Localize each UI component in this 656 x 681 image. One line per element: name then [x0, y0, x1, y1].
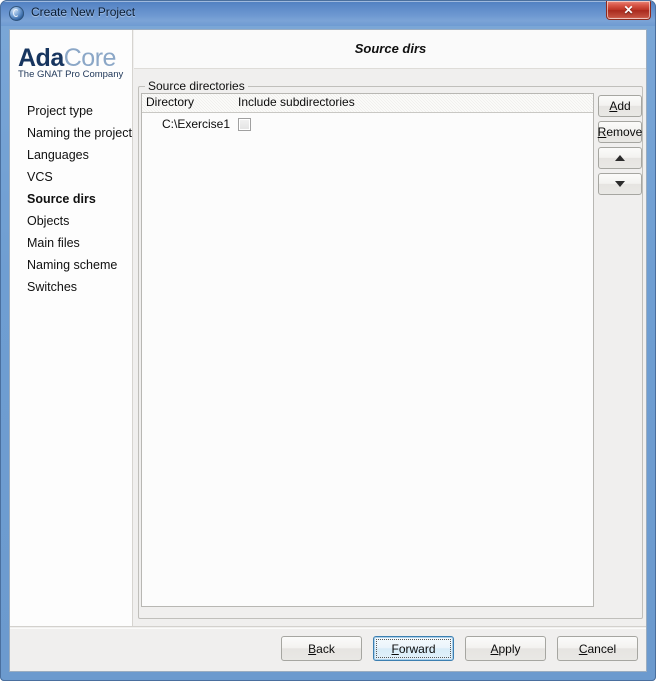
footer-buttons: Back Forward Apply Cancel — [281, 636, 638, 661]
sidebar-item-objects[interactable]: Objects — [10, 210, 133, 232]
list-body: C:\Exercise1 — [142, 113, 593, 606]
column-header-include-subdirectories[interactable]: Include subdirectories — [234, 94, 593, 112]
gps-app-icon — [9, 6, 24, 21]
dialog-client-area: AdaCore The GNAT Pro Company Project typ… — [9, 29, 647, 672]
sidebar-item-source-dirs[interactable]: Source dirs — [10, 188, 133, 210]
window-title: Create New Project — [31, 5, 136, 19]
remove-button[interactable]: Remove — [598, 121, 642, 143]
sidebar-item-project-type[interactable]: Project type — [10, 100, 133, 122]
logo-core-text: Core — [63, 44, 117, 72]
sidebar-item-languages[interactable]: Languages — [10, 144, 133, 166]
title-bar: Create New Project ✕ — [1, 1, 655, 26]
dialog-window: Create New Project ✕ AdaCore The GNAT Pr… — [0, 0, 656, 681]
cancel-button[interactable]: Cancel — [557, 636, 638, 661]
cell-directory: C:\Exercise1 — [162, 117, 231, 131]
logo-ada-text: Ada — [18, 44, 64, 72]
forward-button-label: Forward — [391, 641, 436, 656]
logo-tagline: The GNAT Pro Company — [18, 69, 124, 80]
move-down-button[interactable] — [598, 173, 642, 195]
apply-button-label: Apply — [490, 641, 521, 656]
logo-wordmark: AdaCore — [18, 45, 128, 71]
arrow-up-icon — [615, 155, 625, 161]
move-up-button[interactable] — [598, 147, 642, 169]
arrow-down-icon — [615, 181, 625, 187]
close-icon: ✕ — [623, 3, 634, 17]
table-row[interactable]: C:\Exercise1 — [142, 113, 593, 135]
close-button[interactable]: ✕ — [606, 1, 651, 20]
groupbox-legend: Source directories — [145, 79, 248, 93]
remove-button-label: Remove — [597, 125, 643, 139]
sidebar-item-vcs[interactable]: VCS — [10, 166, 133, 188]
sidebar-item-naming-scheme[interactable]: Naming scheme — [10, 254, 133, 276]
cancel-button-label: Cancel — [578, 641, 617, 656]
include-subdirectories-checkbox[interactable] — [238, 117, 251, 131]
list-header-row: Directory Include subdirectories — [142, 94, 593, 113]
sidebar-item-naming-the-project[interactable]: Naming the project — [10, 122, 133, 144]
titlebar-highlight — [1, 1, 655, 2]
sidebar-item-switches[interactable]: Switches — [10, 276, 133, 298]
source-directories-groupbox: Source directories Directory Include sub… — [138, 79, 643, 619]
adacore-logo: AdaCore The GNAT Pro Company — [18, 45, 128, 80]
wizard-step-list: Project type Naming the project Language… — [10, 100, 133, 298]
list-action-buttons: Add Remove — [598, 95, 642, 199]
apply-button[interactable]: Apply — [465, 636, 546, 661]
dialog-footer: Back Forward Apply Cancel — [10, 626, 646, 671]
footer-divider — [10, 628, 646, 629]
column-header-directory[interactable]: Directory — [142, 94, 234, 112]
back-button[interactable]: Back — [281, 636, 362, 661]
page-title: Source dirs — [354, 41, 427, 56]
page-title-bar: Source dirs — [134, 30, 646, 69]
sidebar-item-main-files[interactable]: Main files — [10, 232, 133, 254]
source-directories-list[interactable]: Directory Include subdirectories C:\Exer… — [141, 93, 594, 607]
add-button[interactable]: Add — [598, 95, 642, 117]
wizard-main-pane: Source dirs Source directories Directory… — [134, 30, 646, 628]
forward-button[interactable]: Forward — [373, 636, 454, 661]
wizard-sidebar: AdaCore The GNAT Pro Company Project typ… — [10, 30, 133, 628]
cell-include-subdirectories — [238, 117, 278, 131]
add-button-label: Add — [609, 99, 631, 113]
back-button-label: Back — [308, 641, 335, 656]
